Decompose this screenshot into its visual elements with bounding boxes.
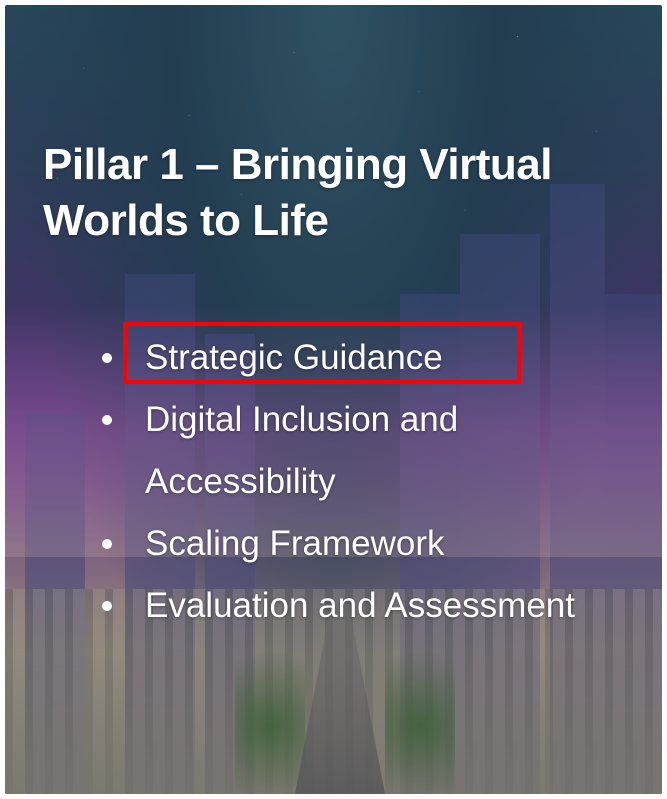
bullet-label: Evaluation and Assessment [145, 586, 575, 625]
bullet-dot-icon [102, 539, 112, 549]
bullet-label: Digital Inclusion and [145, 400, 459, 439]
bullet-item-scaling-framework[interactable]: Scaling Framework [100, 513, 625, 575]
slide-content: Pillar 1 – Bringing Virtual Worlds to Li… [5, 5, 662, 794]
bullet-label-continued: Accessibility [145, 462, 336, 501]
bullet-dot-icon [102, 353, 112, 363]
slide-title-line-1: Pillar 1 – Bringing Virtual [43, 140, 552, 189]
slide-title-line-2: Worlds to Life [43, 196, 329, 245]
highlight-box [123, 322, 521, 384]
bullet-dot-icon [102, 601, 112, 611]
bullet-dot-icon [102, 415, 112, 425]
slide-frame: Pillar 1 – Bringing Virtual Worlds to Li… [5, 5, 662, 794]
bullet-label: Scaling Framework [145, 524, 445, 563]
bullet-item-digital-inclusion[interactable]: Digital Inclusion and Accessibility [100, 389, 625, 513]
slide-title: Pillar 1 – Bringing Virtual Worlds to Li… [43, 137, 633, 249]
bullet-item-evaluation[interactable]: Evaluation and Assessment [100, 575, 625, 637]
